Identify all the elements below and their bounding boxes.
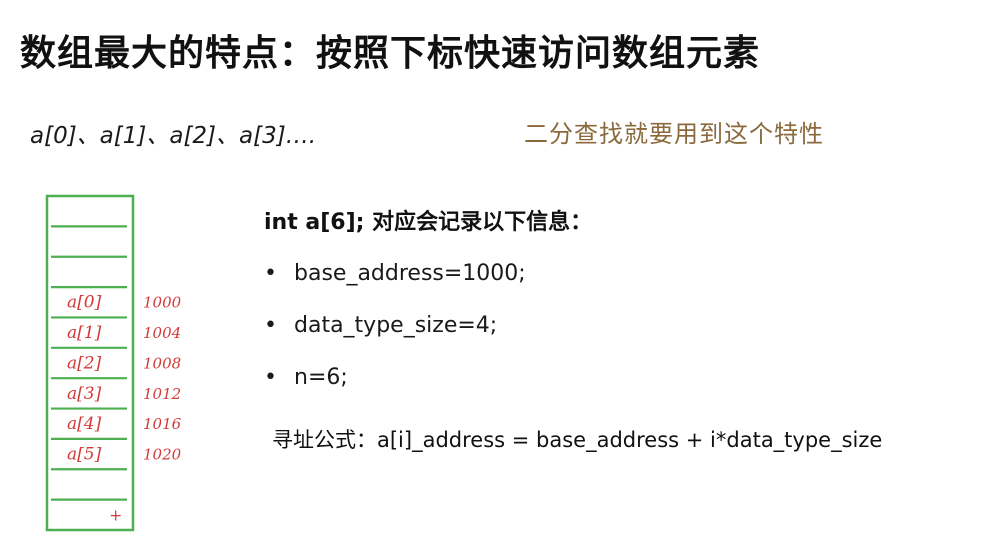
- array-declaration: int a[6]; 对应会记录以下信息：: [264, 210, 593, 235]
- info-item-base-address: • base_address=1000;: [264, 254, 526, 306]
- memory-address-label: 1000: [143, 294, 182, 312]
- memory-cell-label: a[3]: [67, 384, 102, 404]
- memory-diagram: a[0] 1000 a[1] 1004 a[2] 1008 a[3] 1012 a[4] 1016…: [45, 194, 182, 532]
- bullet-icon: •: [264, 261, 277, 286]
- memory-cell-label: a[0]: [67, 293, 102, 313]
- memory-cell-label: a[5]: [67, 445, 102, 465]
- array-info-list: • base_address=1000; • data_type_size=4;…: [264, 254, 526, 410]
- memory-address-label: 1016: [143, 415, 182, 433]
- cursor-plus-mark: +: [109, 505, 122, 524]
- memory-address-label: 1008: [143, 354, 181, 372]
- memory-cell-label: a[4]: [67, 414, 102, 434]
- memory-address-label: 1004: [143, 324, 181, 342]
- info-item-text: data_type_size=4;: [294, 313, 498, 338]
- memory-cell-label: a[1]: [67, 323, 102, 343]
- info-item-length: • n=6;: [264, 358, 526, 410]
- info-item-text: base_address=1000;: [294, 261, 526, 286]
- memory-cell-label: a[2]: [67, 353, 102, 373]
- info-item-type-size: • data_type_size=4;: [264, 306, 526, 358]
- bullet-icon: •: [264, 313, 277, 338]
- binary-search-note: 二分查找就要用到这个特性: [524, 120, 824, 148]
- info-item-text: n=6;: [294, 365, 348, 390]
- memory-address-label: 1020: [143, 446, 182, 464]
- memory-address-label: 1012: [143, 385, 181, 403]
- bullet-icon: •: [264, 365, 277, 390]
- addressing-formula: 寻址公式：a[i]_address = base_address + i*dat…: [272, 428, 883, 452]
